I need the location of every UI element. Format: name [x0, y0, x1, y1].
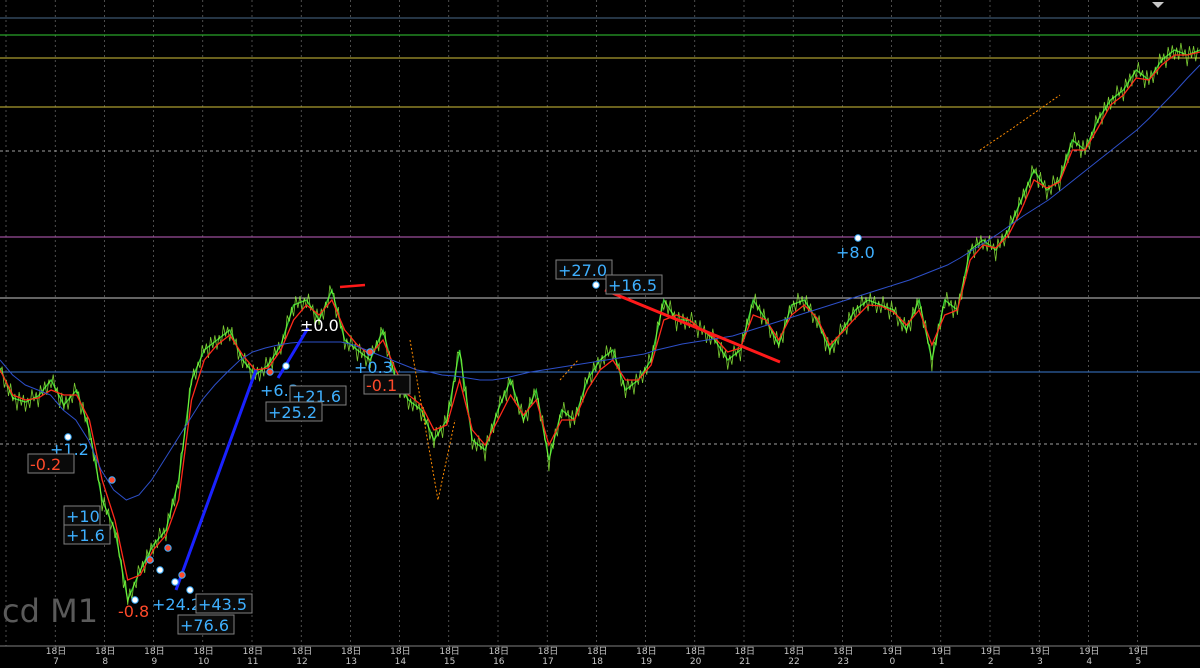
annotation-label: +10 [66, 507, 100, 526]
x-tick-label-bottom: 19 [641, 657, 653, 667]
x-tick-label-bottom: 10 [198, 657, 210, 667]
annotation-label: +43.5 [198, 595, 247, 614]
x-tick-label-bottom: 15 [444, 657, 455, 667]
x-tick-label-bottom: 7 [53, 657, 59, 667]
x-tick-label-bottom: 12 [296, 657, 307, 667]
x-tick-label-bottom: 16 [493, 657, 505, 667]
trade-marker[interactable] [108, 476, 116, 484]
x-tick-label-top: 18日 [439, 646, 459, 657]
trade-marker[interactable] [171, 578, 179, 586]
annotation-label: +1.6 [66, 526, 105, 545]
x-tick-label-bottom: 1 [939, 657, 945, 667]
annotation-label: +8.0 [836, 243, 875, 262]
x-tick-label-bottom: 14 [395, 657, 407, 667]
x-tick-label-bottom: 21 [739, 657, 750, 667]
x-tick-label-top: 18日 [833, 646, 853, 657]
trade-marker[interactable] [156, 566, 164, 574]
trade-marker[interactable] [366, 348, 374, 356]
x-tick-label-top: 18日 [489, 646, 509, 657]
x-tick-label-top: 18日 [587, 646, 607, 657]
x-tick-label-bottom: 8 [102, 657, 108, 667]
price-chart[interactable]: +1.2-0.2+10+1.6-0.8 +24.2+43.5+76.6+6.3+2… [0, 0, 1200, 668]
annotation-label: +24.2 [152, 595, 201, 614]
x-tick-label-top: 18日 [390, 646, 410, 657]
x-tick-label-top: 19日 [1128, 646, 1148, 657]
trade-marker[interactable] [592, 281, 600, 289]
chart-watermark: cd M1 [2, 592, 98, 630]
trade-marker[interactable] [164, 544, 172, 552]
annotation-label: -0.1 [366, 376, 397, 395]
x-tick-label-top: 19日 [1030, 646, 1050, 657]
x-tick-label-top: 18日 [538, 646, 558, 657]
x-tick-label-top: 18日 [243, 646, 263, 657]
annotation-label: +27.0 [558, 261, 607, 280]
annotation-label: ±0.0 [300, 316, 339, 335]
trade-marker[interactable] [178, 571, 186, 579]
annotation-label: -0.2 [30, 455, 61, 474]
annotation-label: +25.2 [268, 403, 317, 422]
annotation-label: +76.6 [180, 616, 229, 635]
x-tick-label-top: 18日 [95, 646, 115, 657]
x-tick-label-top: 18日 [193, 646, 213, 657]
x-tick-label-bottom: 13 [345, 657, 356, 667]
x-tick-label-bottom: 9 [152, 657, 158, 667]
x-tick-label-top: 19日 [1079, 646, 1099, 657]
annotation-label: -0.8 [118, 602, 149, 621]
x-tick-label-bottom: 17 [542, 657, 553, 667]
x-tick-label-top: 18日 [144, 646, 164, 657]
x-tick-label-top: 18日 [636, 646, 656, 657]
x-tick-label-top: 18日 [46, 646, 66, 657]
x-tick-label-bottom: 20 [690, 657, 702, 667]
x-tick-label-bottom: 2 [988, 657, 994, 667]
trade-marker[interactable] [266, 368, 274, 376]
trade-marker[interactable] [282, 362, 290, 370]
x-tick-label-top: 18日 [292, 646, 312, 657]
trade-marker[interactable] [186, 586, 194, 594]
x-tick-label-bottom: 0 [890, 657, 896, 667]
x-tick-label-top: 18日 [685, 646, 705, 657]
chart-background [0, 0, 1200, 668]
x-tick-label-bottom: 22 [788, 657, 799, 667]
x-tick-label-top: 19日 [931, 646, 951, 657]
x-tick-label-bottom: 23 [837, 657, 848, 667]
x-tick-label-bottom: 3 [1037, 657, 1043, 667]
annotation-label: +16.5 [608, 276, 657, 295]
x-tick-label-top: 18日 [341, 646, 361, 657]
annotation-label: +0.3 [354, 358, 393, 377]
x-tick-label-bottom: 5 [1136, 657, 1142, 667]
x-tick-label-top: 18日 [784, 646, 804, 657]
x-tick-label-bottom: 4 [1086, 657, 1092, 667]
x-tick-label-top: 19日 [981, 646, 1001, 657]
trade-marker[interactable] [854, 234, 862, 242]
x-tick-label-bottom: 18 [591, 657, 603, 667]
trade-marker[interactable] [146, 556, 154, 564]
x-tick-label-top: 18日 [735, 646, 755, 657]
x-tick-label-bottom: 11 [247, 657, 258, 667]
x-tick-label-top: 19日 [882, 646, 902, 657]
